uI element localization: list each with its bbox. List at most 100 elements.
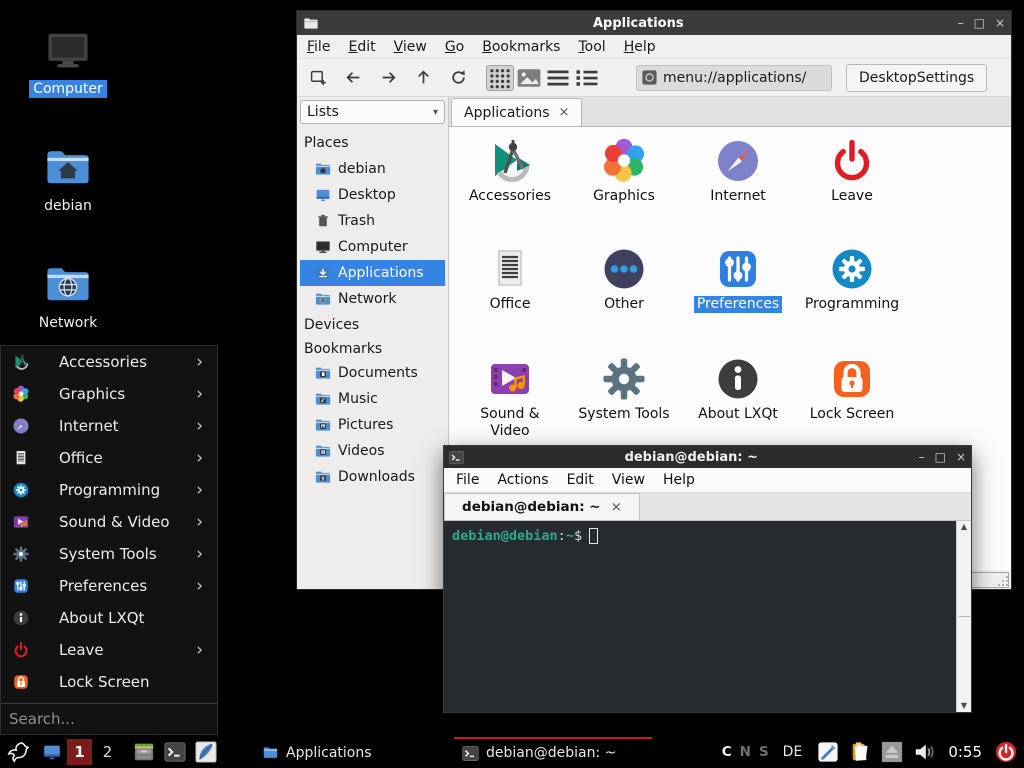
lxqt-bird-icon [7, 741, 29, 763]
scroll-up-icon[interactable]: ▲ [961, 523, 967, 531]
grid-item-graphics[interactable]: Graphics [567, 137, 681, 245]
scroll-down-icon[interactable]: ▼ [961, 702, 967, 710]
menu-edit[interactable]: Edit [567, 472, 594, 488]
terminal-tab[interactable]: debian@debian: ~ × [444, 493, 640, 520]
thumbnail-view-button[interactable] [515, 65, 543, 91]
address-bar[interactable]: menu://applications/ [636, 65, 832, 91]
menu-item-system-tools[interactable]: System Tools › [1, 538, 217, 570]
menu-help[interactable]: Help [624, 39, 656, 55]
reload-button[interactable] [445, 65, 471, 91]
scrollbar-thumb[interactable] [959, 616, 970, 617]
menu-tool[interactable]: Tool [578, 39, 605, 55]
quicklaunch-featherpad[interactable] [194, 740, 218, 764]
close-button[interactable]: × [995, 17, 1005, 29]
workspace-2-button[interactable]: 2 [95, 739, 120, 765]
desktop-icon [41, 741, 63, 763]
sidebar-item-debian[interactable]: debian [300, 156, 445, 182]
sidebar-mode-combobox[interactable]: Lists ▾ [300, 100, 445, 124]
menu-item-preferences[interactable]: Preferences › [1, 570, 217, 602]
up-button[interactable] [410, 65, 436, 91]
menu-item-leave[interactable]: Leave › [1, 634, 217, 666]
task-button-terminal[interactable]: debian@debian: ~ [454, 737, 652, 767]
sidebar-item-pictures[interactable]: Pictures [300, 412, 445, 438]
grid-item-internet[interactable]: Internet [681, 137, 795, 245]
tray-clipboard[interactable] [848, 740, 872, 764]
menu-item-sound-video[interactable]: Sound & Video › [1, 506, 217, 538]
sidebar-item-music[interactable]: Music [300, 386, 445, 412]
workspace-1-button[interactable]: 1 [67, 739, 92, 765]
resize-grip[interactable] [997, 575, 1009, 587]
compact-view-button[interactable] [544, 65, 572, 91]
menu-item-about-lxqt[interactable]: About LXQt [1, 602, 217, 634]
sidebar-item-computer[interactable]: Computer [300, 234, 445, 260]
minimize-button[interactable]: – [919, 451, 925, 463]
desktop-icon-computer[interactable]: Computer [13, 24, 123, 98]
minimize-button[interactable]: – [958, 17, 964, 29]
desktop-settings-button[interactable]: DesktopSettings [846, 64, 987, 92]
menu-item-office[interactable]: Office › [1, 442, 217, 474]
menu-help[interactable]: Help [663, 472, 695, 488]
menu-go[interactable]: Go [445, 39, 464, 55]
main-menu-button[interactable] [6, 740, 30, 764]
menu-view[interactable]: View [394, 39, 427, 55]
task-button-applications[interactable]: Applications [254, 738, 452, 768]
show-desktop-button[interactable] [40, 740, 64, 764]
sidebar-item-downloads[interactable]: Downloads [300, 464, 445, 490]
grid-item-leave[interactable]: Leave [795, 137, 909, 245]
sidebar-item-network[interactable]: Network [300, 286, 445, 312]
close-button[interactable]: × [956, 451, 966, 463]
keyboard-layout-indicator[interactable]: DE [783, 744, 803, 760]
file-manager-titlebar[interactable]: Applications – □ × [297, 11, 1011, 35]
menu-item-programming[interactable]: Programming › [1, 474, 217, 506]
sidebar-item-trash[interactable]: Trash [300, 208, 445, 234]
sidebar-item-videos[interactable]: Videos [300, 438, 445, 464]
sidebar-item-applications[interactable]: Applications [300, 260, 445, 286]
grid-item-programming[interactable]: Programming [795, 245, 909, 355]
tab-close-icon[interactable]: × [611, 499, 622, 515]
desktop-icon-debian[interactable]: debian [13, 141, 123, 215]
menu-item-lock-screen[interactable]: Lock Screen [1, 666, 217, 698]
menu-bookmarks[interactable]: Bookmarks [482, 39, 560, 55]
leave-button[interactable] [994, 740, 1018, 764]
numlock-indicator[interactable]: N [740, 744, 751, 760]
forward-button[interactable] [375, 65, 401, 91]
grid-item-preferences[interactable]: Preferences [681, 245, 795, 355]
quicklaunch-terminal[interactable] [163, 740, 187, 764]
menu-view[interactable]: View [612, 472, 645, 488]
new-tab-button[interactable] [305, 65, 331, 91]
sidebar-item-desktop[interactable]: Desktop [300, 182, 445, 208]
maximize-button[interactable]: □ [974, 17, 985, 29]
sidebar-item-documents[interactable]: Documents [300, 360, 445, 386]
menu-file[interactable]: File [307, 39, 330, 55]
grid-item-accessories[interactable]: Accessories [453, 137, 567, 245]
clock[interactable]: 0:55 [948, 743, 982, 761]
tab-close-icon[interactable]: × [559, 105, 570, 120]
desktop-icon-network[interactable]: Network [13, 258, 123, 332]
menu-file[interactable]: File [456, 472, 479, 488]
capslock-indicator[interactable]: C [722, 744, 732, 760]
tray-volume[interactable] [912, 740, 936, 764]
quicklaunch-file-manager[interactable] [132, 740, 156, 764]
submenu-arrow-icon: › [196, 448, 203, 468]
menu-item-internet[interactable]: Internet › [1, 410, 217, 442]
scrolllock-indicator[interactable]: S [759, 744, 769, 760]
tab-applications[interactable]: Applications × [451, 98, 582, 126]
file-manager-toolbar: menu://applications/ DesktopSettings [297, 59, 1011, 97]
grid-item-office[interactable]: Office [453, 245, 567, 355]
grid-item-other[interactable]: Other [567, 245, 681, 355]
menu-edit[interactable]: Edit [348, 39, 375, 55]
detailed-view-button[interactable] [573, 65, 601, 91]
menu-actions[interactable]: Actions [497, 472, 548, 488]
back-button[interactable] [340, 65, 366, 91]
terminal-screen[interactable]: debian@debian:~$ [444, 521, 956, 712]
submenu-arrow-icon: › [196, 480, 203, 500]
terminal-titlebar[interactable]: debian@debian: ~ – □ × [444, 446, 971, 468]
icon-view-button[interactable] [486, 65, 514, 91]
menu-item-accessories[interactable]: Accessories › [1, 346, 217, 378]
maximize-button[interactable]: □ [935, 451, 946, 463]
terminal-scrollbar[interactable]: ▲ ▼ [956, 521, 971, 712]
tray-removable-media[interactable] [880, 740, 904, 764]
menu-item-graphics[interactable]: Graphics › [1, 378, 217, 410]
menu-search-input[interactable] [1, 710, 217, 728]
tray-screenshot[interactable] [816, 740, 840, 764]
